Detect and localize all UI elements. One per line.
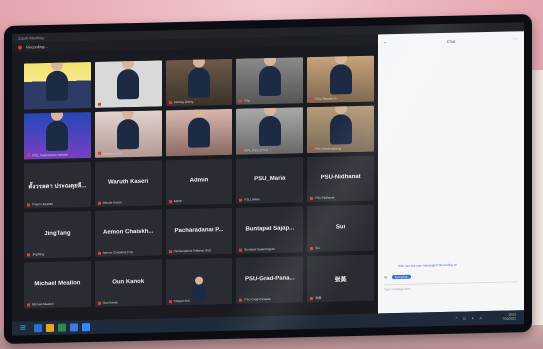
participant-label: KDY_PSU_ETTU: [239, 148, 268, 153]
participant-label: Prasin Ungsittul: [27, 202, 53, 207]
participant-label: Waruth Kaseri: [98, 201, 122, 206]
participant-label: Chaiyut Kim: [169, 299, 190, 303]
file-explorer-icon[interactable]: [46, 323, 54, 333]
participant-tile[interactable]: PSU-Nidhanat PSU-Nidhanat: [307, 155, 374, 203]
person-silhouette: [46, 120, 69, 151]
recipient-dropdown[interactable]: Everyone: [391, 274, 411, 280]
participant-name: ตั้งวรลดา ประณตุยลี...: [28, 183, 87, 191]
more-icon[interactable]: ⋯: [513, 36, 518, 42]
chat-message-input[interactable]: Type message here...: [384, 281, 518, 294]
participant-tile[interactable]: Jiaming Zheng: [165, 58, 233, 107]
participant-name: Pacharadanai P...: [174, 226, 224, 234]
participant-label: PSU-Grad-Panatda: [239, 297, 270, 302]
participant-tile[interactable]: Rajamangala Karot: [94, 60, 162, 108]
participant-tile[interactable]: Buntapat Sajap... Buntapat Sajapongpan: [236, 206, 304, 254]
participant-label: Oun Kanok: [98, 300, 118, 304]
participant-tile[interactable]: Ghy: [236, 57, 304, 105]
to-label: To:: [384, 275, 389, 280]
participant-label: PSU_Maria: [239, 198, 259, 202]
participant-label: Jiaming Zheng: [169, 99, 194, 104]
recording-label: Recording...: [26, 43, 48, 50]
participant-label: PSU-Teepakorn: [310, 96, 336, 101]
chat-panel: ⌄ Chat ⋯ Who can see your messages? Reco…: [378, 31, 524, 314]
participant-tile[interactable]: ตั้งวรลดา ประณตุยลี... Prasin Ungsittul: [24, 161, 91, 209]
participant-label: Hussein Xuan: [98, 151, 122, 156]
participant-tile[interactable]: Hussein Xuan: [94, 110, 162, 158]
participant-tile[interactable]: [24, 62, 91, 110]
participant-tile[interactable]: [165, 108, 233, 156]
browser-icon[interactable]: [58, 323, 66, 332]
participant-tile[interactable]: Oun Kanok Oun Kanok: [94, 259, 162, 307]
participant-name: PSU-Nidhanat: [320, 173, 361, 181]
participant-grid: Rajamangala Karot Jiaming Zheng Ghy PSU-Tee…: [24, 55, 374, 309]
participant-name: Sui: [335, 223, 346, 231]
participant-name: 张蒸: [334, 276, 347, 283]
participant-label: PSU-Nidhanat: [310, 196, 334, 201]
mail-icon[interactable]: [70, 323, 78, 332]
participant-tile[interactable]: Waruth Kaseri Waruth Kaseri: [94, 160, 162, 208]
participant-name: Buntapat Sajap...: [245, 225, 295, 233]
monitor-screen: Zoom Meeting Recording... Rajamangala Ka…: [12, 22, 524, 336]
participant-name: Admin: [189, 177, 209, 184]
participant-label: Aemon Chaiskhul (TU): [98, 250, 133, 255]
person-silhouette: [329, 63, 352, 95]
participant-tile[interactable]: PSU_Sasipamuan Juntuan: [24, 111, 91, 160]
participant-tile[interactable]: PSU-Kammaphong: [307, 105, 374, 153]
person-silhouette: [117, 118, 140, 150]
participant-tile[interactable]: Aemon Chaiskh... Aemon Chaiskhul (TU): [94, 209, 162, 258]
monitor-bezel: Zoom Meeting Recording... Rajamangala Ka…: [4, 14, 532, 344]
participant-label: Admin: [169, 199, 183, 203]
participant-tile[interactable]: PSU-Grad-Pana... PSU-Grad-Panatda: [236, 256, 304, 304]
chat-recipient-row: To: Everyone: [384, 274, 411, 280]
person-silhouette: [46, 70, 69, 101]
participant-label: Rajamangala Karot: [98, 101, 129, 106]
chat-visibility-note: Who can see your messages? Recording on: [398, 262, 458, 269]
person-silhouette: [258, 65, 281, 97]
person-silhouette: [187, 67, 210, 98]
person-silhouette: [329, 113, 352, 145]
person-silhouette: [258, 115, 281, 146]
participant-tile[interactable]: Admin Admin: [165, 158, 233, 206]
participant-label: Michael Meallon: [27, 302, 54, 307]
search-icon[interactable]: [34, 324, 42, 333]
participant-tile[interactable]: PSU-Teepakorn: [307, 55, 374, 103]
participant-name: JingTang: [44, 230, 71, 237]
window-title: Zoom Meeting: [18, 35, 44, 41]
participant-label: PSU-Kammaphong: [310, 146, 341, 151]
participant-tile[interactable]: KDY_PSU_ETTU: [236, 106, 304, 155]
taskbar-clock[interactable]: 16:01 7/10/2022: [503, 312, 516, 320]
person-silhouette: [191, 284, 206, 301]
clock-date: 7/10/2022: [502, 316, 516, 321]
participant-video: [165, 108, 233, 156]
recording-icon: [18, 45, 22, 50]
windows-start-icon[interactable]: ⊞: [20, 324, 27, 331]
participant-tile[interactable]: JingTang JingTang: [24, 211, 91, 259]
participant-name: Waruth Kaseri: [107, 178, 149, 186]
person-silhouette: [117, 68, 140, 100]
participant-tile[interactable]: Michael Meallon Michael Meallon: [24, 261, 91, 309]
participant-name: Oun Kanok: [112, 278, 145, 286]
participant-name: PSU_Maria: [254, 175, 286, 183]
participant-video: [24, 62, 91, 110]
participant-label: Sui: [310, 246, 319, 250]
participant-label: Buntapat Sajapongpan: [239, 247, 275, 252]
participant-label: JingTang: [27, 252, 44, 256]
chat-title: Chat: [446, 38, 456, 44]
participant-tile[interactable]: Chaiyut Kim: [165, 257, 233, 306]
participant-tile[interactable]: PSU_Maria PSU_Maria: [236, 156, 304, 205]
participant-label: 张蒸: [310, 296, 321, 300]
participant-tile[interactable]: Pacharadanai P... Pacharadanai Pattanai (…: [165, 208, 233, 256]
participant-tile[interactable]: Sui Sui: [307, 204, 374, 253]
participant-label: Pacharadanai Pattanai (AU): [169, 248, 211, 253]
system-tray[interactable]: ^ ▭ ◖ ♫: [456, 315, 484, 321]
taskbar: ⊞ ^ ▭ ◖ ♫ 16:01 7/10/2022: [12, 310, 524, 336]
participant-name: Aemon Chaiskh...: [103, 228, 154, 236]
participant-name: PSU-Grad-Pana...: [244, 274, 295, 283]
participant-name: Michael Meallon: [34, 279, 81, 287]
participant-label: Ghy: [239, 98, 250, 102]
participant-tile[interactable]: 张蒸 张蒸: [307, 254, 374, 303]
person-silhouette: [187, 116, 210, 148]
zoom-icon[interactable]: [82, 323, 90, 332]
